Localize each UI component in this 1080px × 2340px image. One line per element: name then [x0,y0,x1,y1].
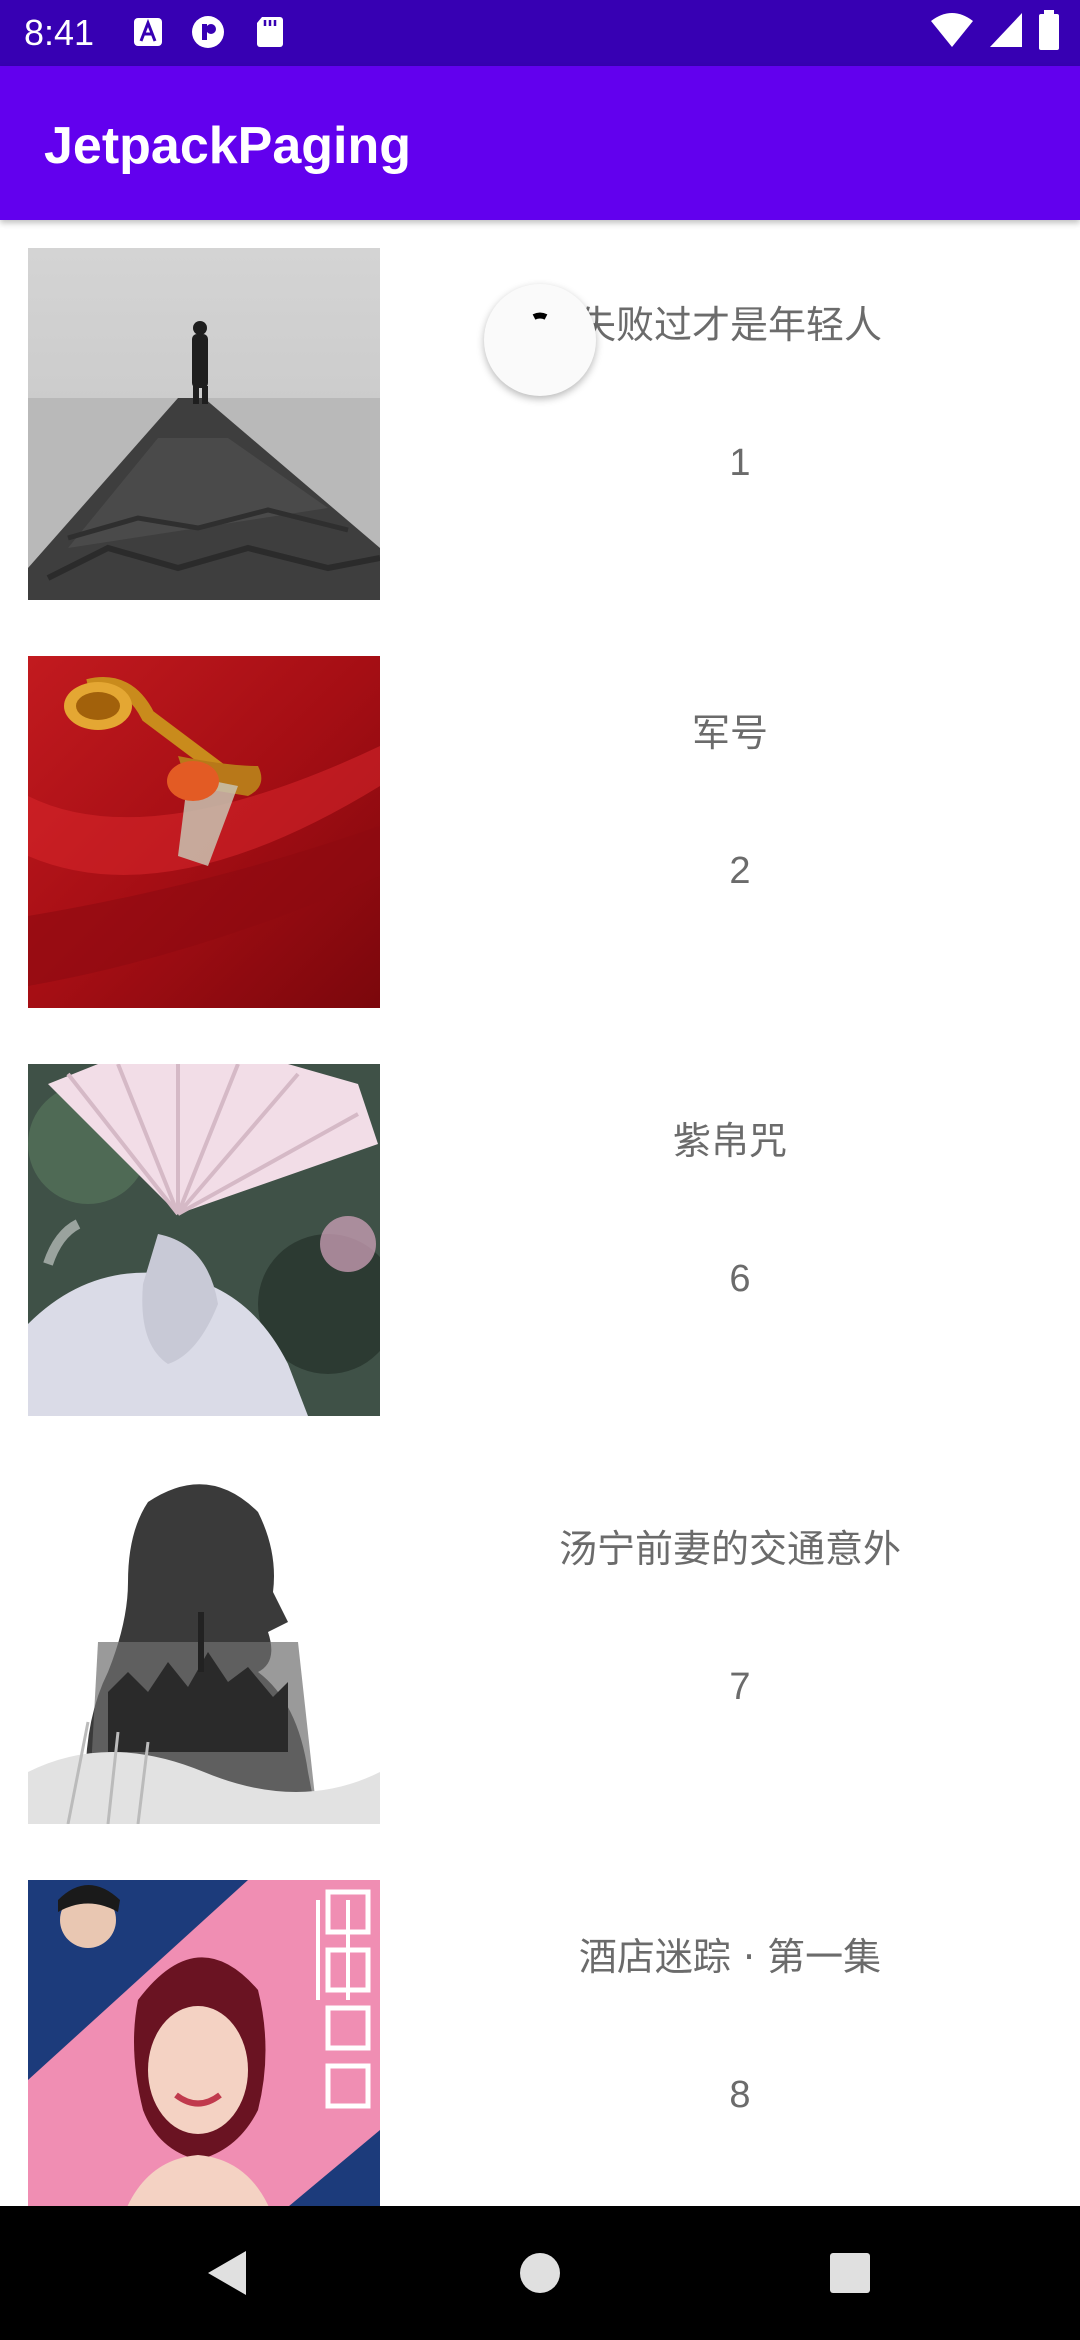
app-bar: JetpackPaging [0,66,1080,220]
hotel-poster-image [28,1880,380,2206]
bugle-on-red-cloth-image [28,656,380,1008]
sdcard-icon [252,14,288,50]
swipe-refresh-spinner-icon [484,284,596,396]
list-item[interactable]: 汤宁前妻的交通意外 7 [0,1444,1080,1852]
woman-with-fan-image [28,1064,380,1416]
home-icon[interactable] [510,2243,570,2303]
item-title: 汤宁前妻的交通意外 [558,1527,901,1571]
item-number: 2 [729,850,751,892]
list-item[interactable]: 紫帛咒 6 [0,1036,1080,1444]
list-item[interactable]: 酒店迷踪 · 第一集 8 [0,1852,1080,2206]
list-item[interactable]: 失败过才是年轻人 1 [0,220,1080,628]
list-item[interactable]: 军号 2 [0,628,1080,1036]
silhouette-city-double-exposure-image [28,1472,380,1824]
cell-signal-icon [988,11,1024,53]
paging-list[interactable]: 失败过才是年轻人 1 军号 2 紫帛咒 6 汤宁前妻的交通意外 7 酒店迷踪 ·… [0,220,1080,2206]
item-number: 8 [729,2074,751,2116]
navigation-bar [0,2206,1080,2340]
item-title: 紫帛咒 [672,1119,787,1163]
wifi-icon [930,11,974,53]
item-number: 7 [729,1666,751,1708]
recorder-icon [190,14,226,50]
a11y-icon [130,14,166,50]
status-bar: 8:41 [0,0,1080,66]
status-time: 8:41 [24,12,95,53]
item-title: 酒店迷踪 · 第一集 [578,1935,882,1979]
battery-icon [1038,10,1060,54]
back-icon[interactable] [196,2243,256,2303]
item-number: 1 [729,442,751,484]
recents-icon[interactable] [820,2243,880,2303]
app-title: JetpackPaging [44,117,412,175]
item-title: 军号 [691,711,768,755]
item-number: 6 [729,1258,751,1300]
man-on-stone-pier-image [28,248,380,600]
